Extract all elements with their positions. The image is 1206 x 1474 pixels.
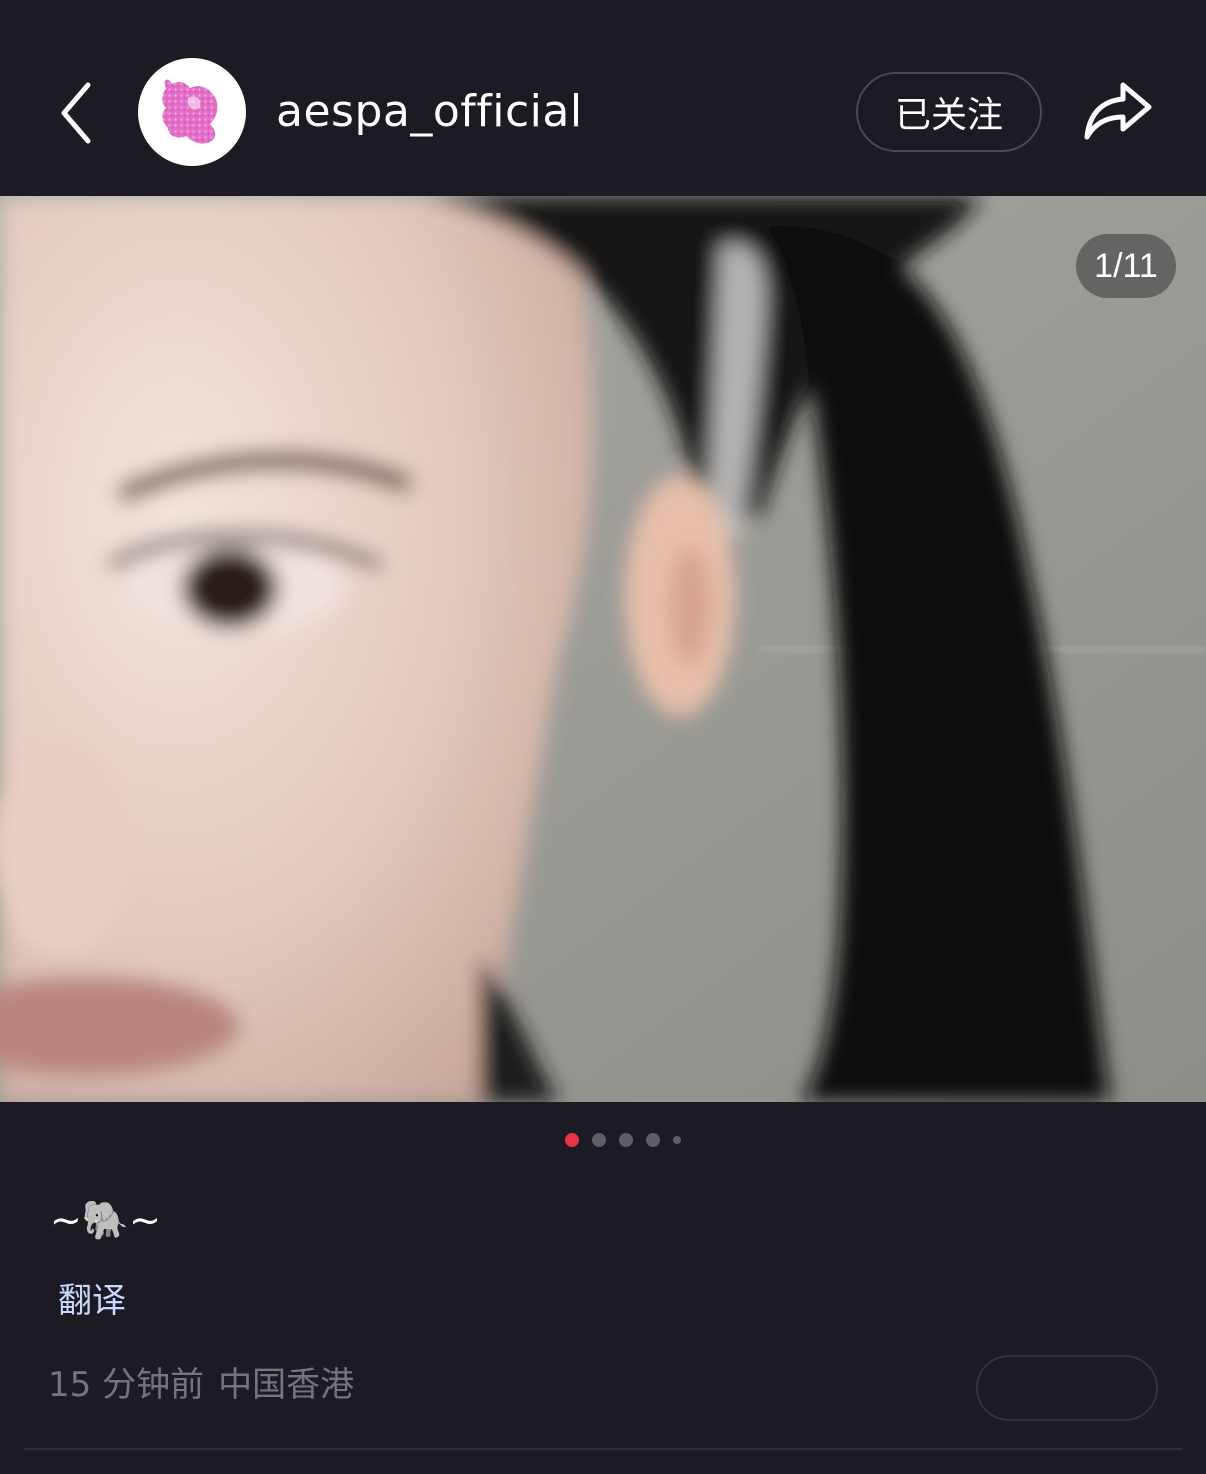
- translate-link[interactable]: 翻译: [58, 1276, 126, 1326]
- image-counter: 1/11: [1076, 234, 1176, 298]
- pagination-dot: [646, 1133, 660, 1147]
- selfie-photo: [0, 196, 1206, 1102]
- post-caption: ~🐘~: [50, 1198, 161, 1242]
- divider: [24, 1448, 1182, 1450]
- post-location: 中国香港: [218, 1365, 355, 1405]
- comment-pill[interactable]: [976, 1355, 1158, 1421]
- pagination-dot: [673, 1136, 681, 1144]
- share-button[interactable]: [1080, 76, 1156, 144]
- back-button[interactable]: [48, 78, 104, 148]
- top-bar: aespa_official 已关注: [0, 0, 1206, 196]
- pagination-dot: [619, 1133, 633, 1147]
- avatar[interactable]: [138, 58, 246, 166]
- avatar-logo-icon: [162, 79, 218, 144]
- post-photo[interactable]: 1/11: [0, 196, 1206, 1102]
- post-time: 15 分钟前: [48, 1365, 205, 1405]
- pagination-dots: [0, 1128, 1206, 1152]
- chevron-left-icon: [61, 82, 91, 144]
- post-meta: 15 分钟前 中国香港: [48, 1360, 354, 1410]
- pagination-dot: [592, 1133, 606, 1147]
- share-icon: [1084, 82, 1152, 140]
- pagination-dot: [565, 1133, 579, 1147]
- following-button[interactable]: 已关注: [856, 72, 1042, 152]
- username[interactable]: aespa_official: [276, 84, 583, 140]
